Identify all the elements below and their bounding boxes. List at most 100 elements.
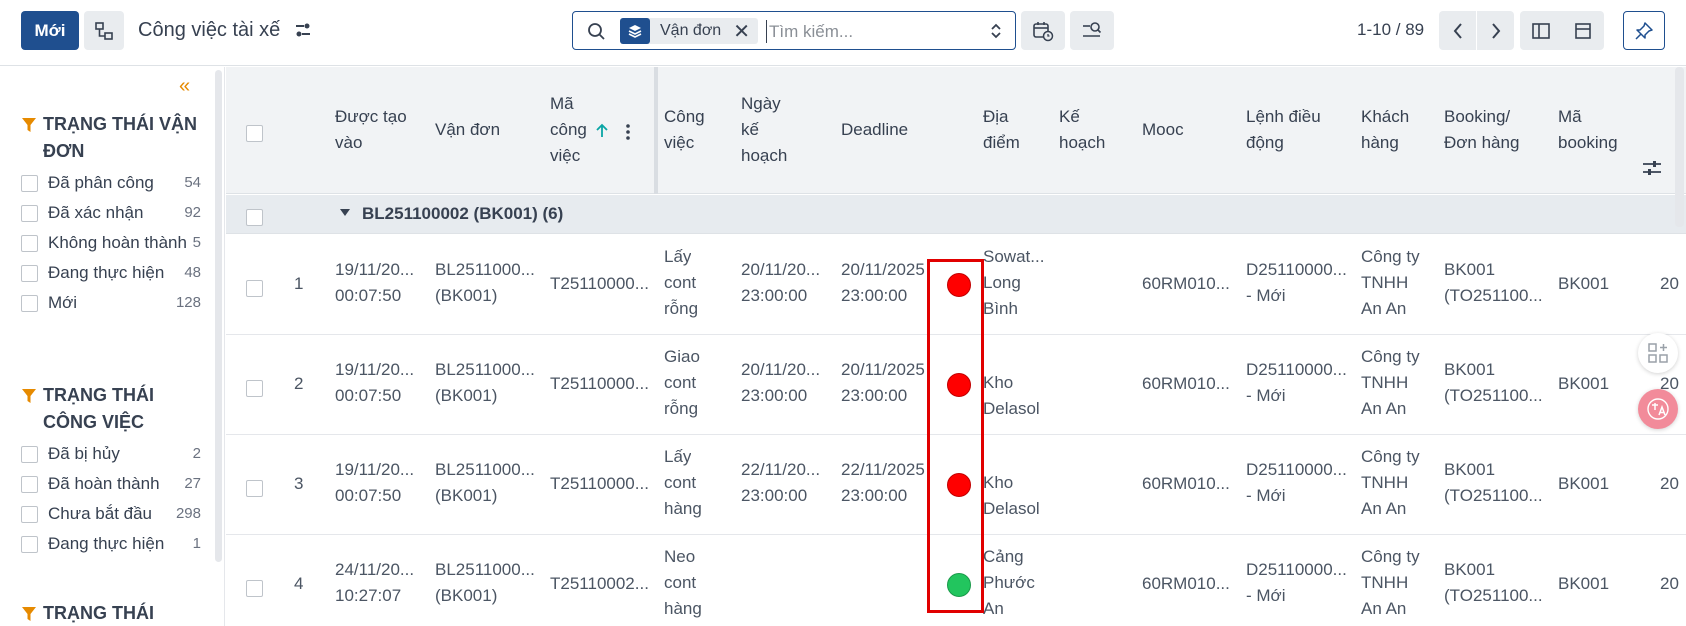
filter-checkbox[interactable] [21, 295, 38, 312]
table-row[interactable]: 4 24/11/20... 10:27:07 BL2511000... (BK001) T… [226, 535, 1686, 626]
cell-deadline-2: 23:00:00 [841, 286, 908, 305]
filter-item[interactable]: Đã hoàn thành 27 [21, 472, 201, 496]
cell-waybill-1: BL2511000... [435, 360, 535, 379]
floating-translate-button[interactable] [1638, 389, 1678, 429]
cell-booking-1: BK001 [1444, 560, 1496, 579]
cell-booking-2: (TO251100... [1444, 386, 1543, 405]
group-checkbox[interactable] [246, 209, 263, 226]
search-icon[interactable] [587, 22, 606, 41]
cell-extra: 20 [1660, 474, 1679, 493]
table-scrollbar[interactable] [1675, 67, 1684, 227]
search-panel-toggle-icon[interactable] [989, 21, 1003, 41]
split-view-button[interactable] [1520, 11, 1562, 50]
row-checkbox[interactable] [246, 280, 263, 297]
column-header-deadline[interactable]: Deadline [841, 117, 908, 143]
cell-deadline-1: 20/11/2025 [841, 260, 925, 279]
sidebar-scrollbar[interactable] [215, 70, 222, 562]
filter-checkbox[interactable] [21, 175, 38, 192]
column-options-icon[interactable] [625, 123, 631, 141]
pager-value[interactable]: 1-10 / 89 [1357, 20, 1424, 40]
facet-remove-button[interactable]: ✕ [733, 19, 758, 44]
next-page-button[interactable] [1477, 11, 1514, 50]
cell-created-2: 00:07:50 [335, 486, 402, 505]
column-header-task[interactable]: Công việc [664, 104, 714, 156]
filter-checkbox[interactable] [21, 235, 38, 252]
cell-created-1: 24/11/20... [335, 560, 415, 579]
cell-task-code: T25110002... [550, 574, 649, 593]
cell-booking-1: BK001 [1444, 360, 1496, 379]
cell-plan-2: 23:00:00 [741, 486, 808, 505]
cell-cust-3: An An [1361, 499, 1407, 518]
column-header-customer[interactable]: Khách hàng [1361, 104, 1421, 156]
columns-icon [1532, 22, 1550, 39]
cell-waybill-2: (BK001) [435, 586, 498, 605]
filter-checkbox[interactable] [21, 446, 38, 463]
collapse-sidebar-button[interactable]: « [179, 75, 190, 98]
cell-booking-2: (TO251100... [1444, 586, 1543, 605]
column-header-plan[interactable]: Kế hoạch [1059, 104, 1119, 156]
column-header-mooc[interactable]: Mooc [1142, 117, 1184, 143]
cell-booking-code: BK001 [1558, 274, 1610, 293]
table-row[interactable]: 2 19/11/20... 00:07:50 BL2511000... (BK001) T… [226, 335, 1686, 435]
row-checkbox[interactable] [246, 380, 263, 397]
column-header-dispatch[interactable]: Lệnh điều động [1246, 104, 1336, 156]
column-resize-handle[interactable] [654, 67, 658, 194]
column-header-booking-code[interactable]: Mã booking [1558, 104, 1633, 156]
previous-page-button[interactable] [1439, 11, 1476, 50]
filter-item[interactable]: Đã bị hủy 2 [21, 442, 201, 466]
filter-checkbox[interactable] [21, 536, 38, 553]
optional-columns-icon[interactable] [1642, 159, 1662, 177]
cell-task-code: T25110000... [550, 474, 649, 493]
list-view-button[interactable] [1562, 11, 1604, 50]
row-checkbox[interactable] [246, 580, 263, 597]
pin-button[interactable] [1623, 11, 1665, 50]
calendar-filter-button[interactable] [1021, 11, 1065, 50]
filter-checkbox[interactable] [21, 476, 38, 493]
filter-item[interactable]: Đang thực hiện 48 [21, 261, 201, 285]
new-button[interactable]: Mới [21, 11, 79, 50]
status-indicator [947, 573, 971, 597]
group-row[interactable]: BL251100002 (BK001) (6) [226, 195, 1686, 234]
cell-task-1: Lấy [664, 247, 692, 266]
select-all-checkbox[interactable] [246, 125, 263, 142]
cell-waybill-2: (BK001) [435, 286, 498, 305]
filter-item[interactable]: Đã phân công 54 [21, 171, 201, 195]
status-indicator [947, 473, 971, 497]
filter-item[interactable]: Chưa bắt đầu 298 [21, 502, 201, 526]
search-input[interactable] [769, 20, 969, 43]
cell-booking-2: (TO251100... [1444, 486, 1543, 505]
apps-add-icon [1648, 343, 1668, 363]
cell-mooc: 60RM010... [1142, 274, 1230, 293]
column-header-waybill[interactable]: Vận đơn [435, 117, 500, 143]
cell-task-code: T25110000... [550, 274, 649, 293]
column-header-task-code[interactable]: Mã công việc [550, 91, 600, 169]
column-header-location[interactable]: Địa điểm [983, 104, 1033, 156]
row-checkbox[interactable] [246, 480, 263, 497]
row-number: 3 [294, 474, 304, 493]
cell-plan-1: 22/11/20... [741, 460, 821, 479]
cell-task-3: rỗng [664, 299, 699, 318]
cell-dispatch-1: D25110000... [1246, 360, 1347, 379]
switch-view-button[interactable] [84, 11, 124, 50]
filter-checkbox[interactable] [21, 265, 38, 282]
filter-item[interactable]: Không hoàn thành 5 [21, 231, 201, 255]
sort-ascending-icon[interactable] [595, 123, 609, 139]
cell-deadline-1: 22/11/2025 [841, 460, 925, 479]
table-row[interactable]: 3 19/11/20... 00:07:50 BL2511000... (BK001) T… [226, 435, 1686, 535]
column-header-plan-date[interactable]: Ngày kế hoạch [741, 91, 796, 169]
filter-item[interactable]: Mới 128 [21, 291, 201, 315]
table-row[interactable]: 1 19/11/20... 00:07:50 BL2511000... (BK001) T… [226, 235, 1686, 335]
advanced-search-button[interactable] [1070, 11, 1114, 50]
settings-toggle-icon[interactable] [294, 21, 312, 39]
floating-apps-button[interactable] [1638, 333, 1678, 373]
cell-cust-2: TNHH [1361, 573, 1409, 592]
filter-checkbox[interactable] [21, 205, 38, 222]
filter-item[interactable]: Đã xác nhận 92 [21, 201, 201, 225]
filter-item[interactable]: Đang thực hiện 1 [21, 532, 201, 556]
filter-group-task-status: TRẠNG THÁI CÔNG VIỆC Đã bị hủy 2 Đã hoàn … [21, 382, 201, 556]
cell-cust-2: TNHH [1361, 473, 1409, 492]
column-header-booking-order[interactable]: Booking/ Đơn hàng [1444, 104, 1544, 156]
filter-checkbox[interactable] [21, 506, 38, 523]
cell-task-1: Neo [664, 547, 696, 566]
column-header-created[interactable]: Được tạo vào [335, 104, 415, 156]
